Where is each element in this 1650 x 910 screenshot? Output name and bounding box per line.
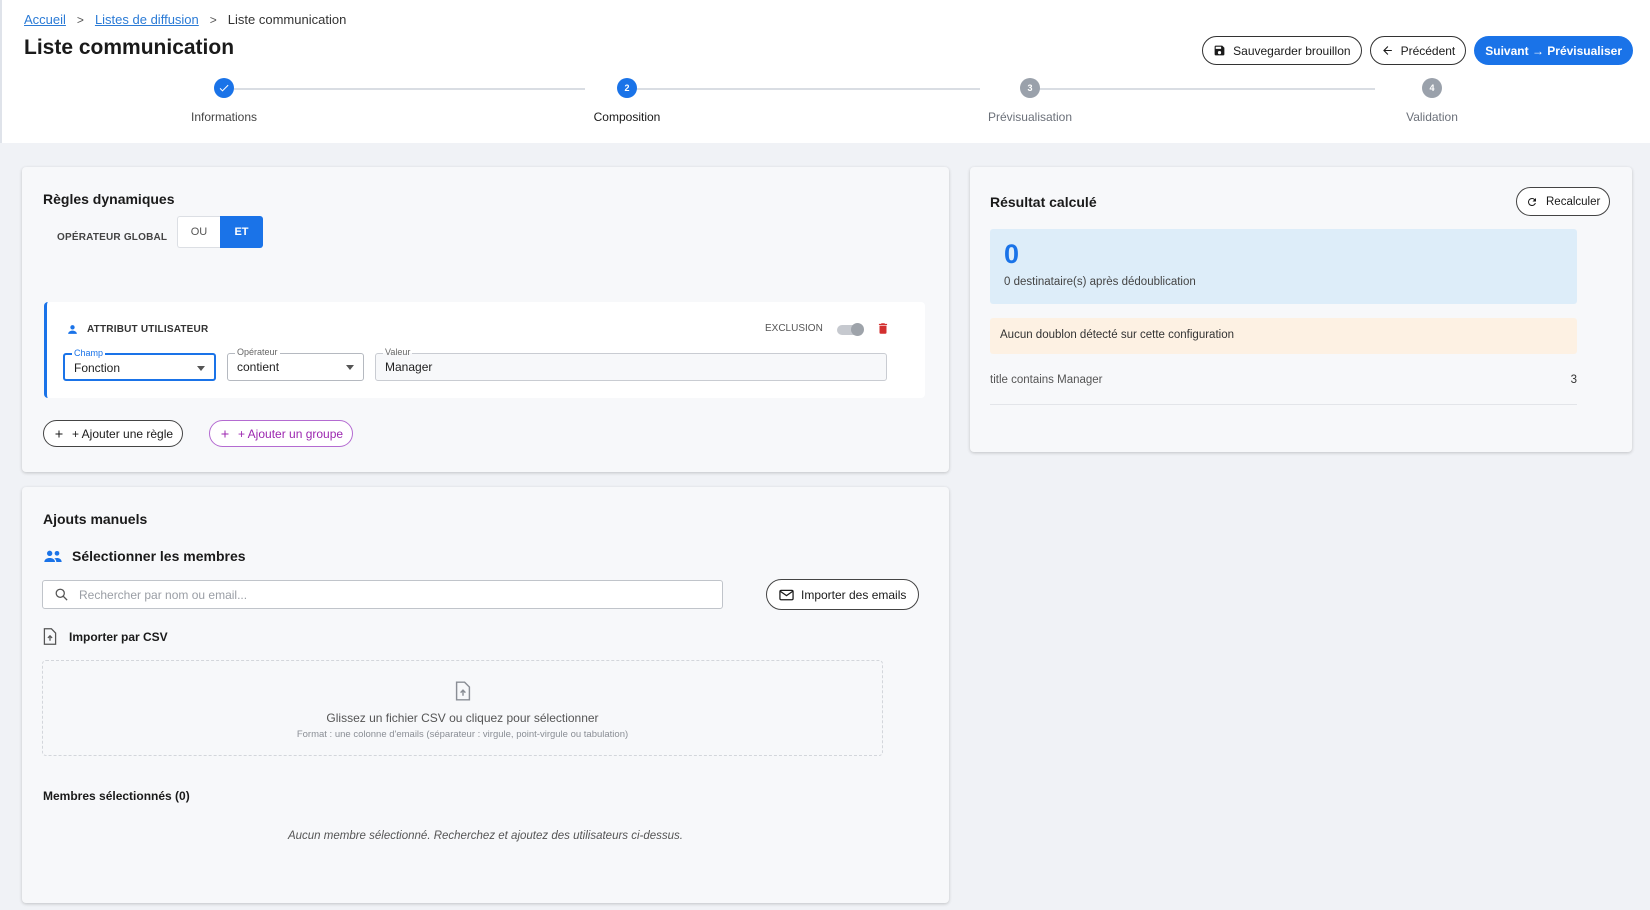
value-input-label: Valeur	[383, 347, 413, 358]
rule-card: ATTRIBUT UTILISATEUR EXCLUSION Champ Fon…	[44, 302, 925, 398]
select-members-title: Sélectionner les membres	[72, 548, 246, 564]
next-preview-button[interactable]: Suivant → Prévisualiser	[1474, 36, 1633, 65]
recalculate-label: Recalculer	[1546, 195, 1601, 208]
previous-button[interactable]: Précédent	[1369, 36, 1467, 65]
value-input-value: Manager	[385, 360, 433, 374]
step-label: Prévisualisation	[987, 110, 1073, 124]
recalculate-button[interactable]: Recalculer	[1516, 187, 1611, 216]
recipient-count: 0	[1004, 239, 1020, 269]
step-number: 3	[1020, 78, 1040, 98]
step-composition[interactable]: 2 Composition	[527, 78, 727, 124]
manual-additions-card: Ajouts manuels Sélectionner les membres …	[22, 487, 949, 903]
plus-icon	[221, 430, 229, 437]
caret-down-icon	[346, 365, 354, 370]
trash-icon[interactable]	[876, 321, 890, 336]
dropzone-text: Glissez un fichier CSV ou cliquez pour s…	[326, 711, 599, 725]
member-search	[42, 580, 723, 609]
step-label: Validation	[1406, 110, 1458, 124]
header-actions: Sauvegarder brouillon Précédent Suivant …	[1202, 36, 1633, 65]
save-icon	[1214, 45, 1225, 56]
value-input[interactable]: Valeur Manager	[375, 347, 887, 381]
operator-select-label: Opérateur	[235, 347, 280, 358]
next-preview-label: Suivant → Prévisualiser	[1485, 43, 1622, 58]
operator-select[interactable]: Opérateur contient	[227, 347, 364, 381]
group-icon	[44, 550, 62, 562]
breadcrumb: Accueil > Listes de diffusion > Liste co…	[24, 12, 346, 27]
check-icon	[214, 78, 234, 98]
rule-count-row: title contains Manager 3	[990, 374, 1577, 405]
breadcrumb-home-link[interactable]: Accueil	[24, 12, 66, 27]
arrow-left-icon	[1382, 46, 1392, 55]
exclusion-label: EXCLUSION	[765, 323, 823, 334]
empty-members-message: Aucun membre sélectionné. Recherchez et …	[287, 830, 684, 842]
plus-icon	[55, 430, 63, 437]
operator-select-value: contient	[237, 360, 280, 374]
import-emails-label: Importer des emails	[801, 587, 907, 602]
field-select-value: Fonction	[74, 361, 121, 375]
select-members-header: Sélectionner les membres	[43, 548, 246, 564]
recipient-caption: 0 destinataire(s) après dédoublication	[1004, 276, 1196, 288]
exclusion-toggle[interactable]	[837, 323, 864, 336]
toggle-knob	[851, 323, 864, 336]
breadcrumb-current: Liste communication	[227, 12, 347, 27]
csv-import-title: Importer par CSV	[69, 629, 168, 644]
page-title: Liste communication	[24, 36, 235, 59]
add-rule-button[interactable]: + Ajouter une règle	[43, 420, 184, 447]
stepper: Informations 2 Composition 3 Prévisualis…	[2, 78, 1650, 130]
add-group-button[interactable]: + Ajouter un groupe	[209, 420, 354, 447]
csv-dropzone[interactable]: Glissez un fichier CSV ou cliquez pour s…	[42, 660, 883, 756]
add-rule-label: + Ajouter une règle	[72, 426, 174, 441]
step-previsualisation[interactable]: 3 Prévisualisation	[930, 78, 1130, 124]
import-emails-button[interactable]: Importer des emails	[766, 579, 920, 610]
step-validation[interactable]: 4 Validation	[1332, 78, 1532, 124]
search-icon	[55, 588, 68, 601]
member-search-input[interactable]	[79, 586, 699, 604]
operator-ou-button[interactable]: OU	[177, 216, 220, 248]
top-bar: Accueil > Listes de diffusion > Liste co…	[0, 0, 1650, 143]
rule-count-label: title contains Manager	[990, 374, 1103, 386]
caret-down-icon	[197, 366, 205, 371]
duplicate-notice: Aucun doublon détecté sur cette configur…	[990, 318, 1577, 354]
step-label: Composition	[593, 110, 661, 124]
field-select-label: Champ	[72, 348, 106, 359]
file-upload-icon	[43, 628, 57, 645]
add-group-label: + Ajouter un groupe	[238, 426, 344, 441]
result-summary: 0 0 destinataire(s) après dédoublication	[990, 229, 1577, 304]
dynamic-rules-card: Règles dynamiques OPÉRATEUR GLOBAL OU ET…	[22, 167, 949, 472]
mail-icon	[779, 589, 794, 600]
result-card: Résultat calculé Recalculer 0 0 destinat…	[970, 167, 1632, 452]
save-draft-label: Sauvegarder brouillon	[1233, 43, 1351, 58]
field-select[interactable]: Champ Fonction	[63, 348, 216, 381]
selected-members-title: Membres sélectionnés (0)	[43, 789, 190, 803]
step-number: 2	[617, 78, 637, 98]
step-number: 4	[1422, 78, 1442, 98]
previous-label: Précédent	[1400, 43, 1456, 58]
rule-count-value: 3	[1570, 374, 1577, 386]
step-informations[interactable]: Informations	[124, 78, 324, 124]
breadcrumb-lists-link[interactable]: Listes de diffusion	[95, 12, 199, 27]
dynamic-rules-title: Règles dynamiques	[43, 191, 175, 207]
manual-additions-title: Ajouts manuels	[43, 511, 148, 527]
operator-et-button[interactable]: ET	[220, 216, 263, 248]
csv-import-header: Importer par CSV	[43, 628, 168, 645]
dropzone-hint: Format : une colonne d'emails (séparateu…	[296, 729, 629, 740]
rule-type: ATTRIBUT UTILISATEUR	[66, 323, 208, 336]
step-label: Informations	[190, 110, 258, 124]
global-operator-toggle: OU ET	[177, 216, 263, 248]
rule-type-label: ATTRIBUT UTILISATEUR	[87, 324, 209, 335]
refresh-icon	[1527, 197, 1536, 206]
result-title: Résultat calculé	[990, 194, 1097, 210]
chevron-right-icon: >	[209, 12, 217, 27]
save-draft-button[interactable]: Sauvegarder brouillon	[1202, 36, 1362, 65]
file-upload-icon	[455, 681, 471, 701]
user-icon	[68, 325, 77, 334]
chevron-right-icon: >	[76, 12, 84, 27]
global-operator-label: OPÉRATEUR GLOBAL	[57, 232, 168, 243]
